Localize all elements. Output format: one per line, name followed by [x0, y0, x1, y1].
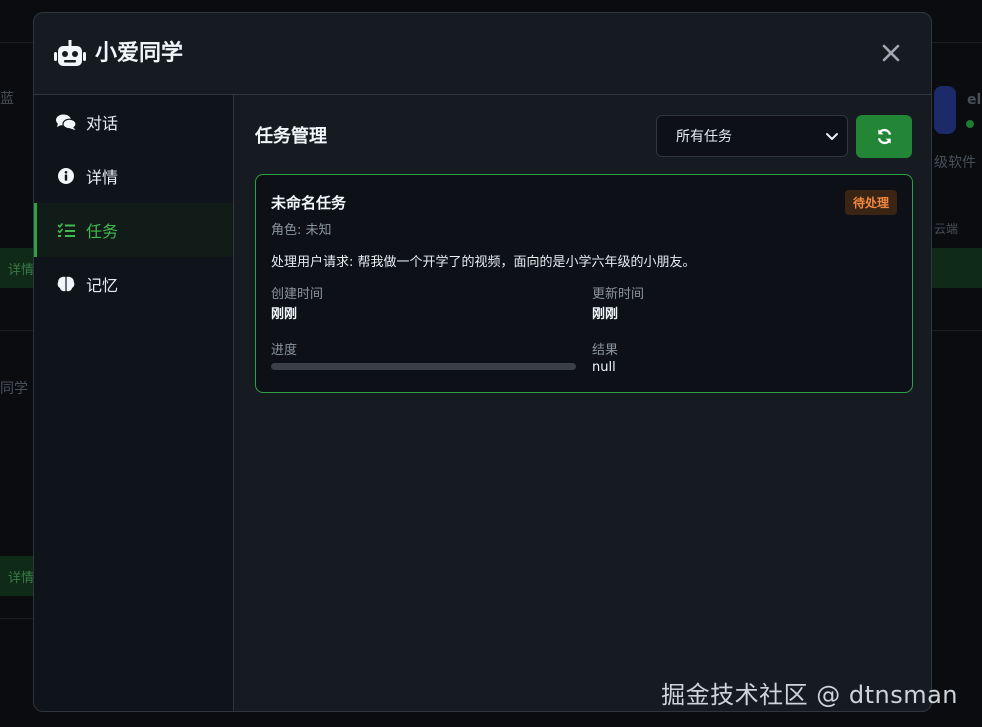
sidebar-item-chat[interactable]: 对话 — [34, 95, 233, 149]
refresh-button[interactable] — [856, 115, 912, 158]
watermark: 掘金技术社区 @ dtnsman — [661, 681, 958, 709]
task-filter-select[interactable]: 所有任务 — [656, 115, 848, 157]
task-card[interactable]: 未命名任务 角色: 未知 待处理 处理用户请求: 帮我做一个开学了的视频，面向的… — [255, 174, 913, 393]
bg-divider — [932, 42, 982, 43]
dialog-sidebar: 对话 详情 任务 记忆 — [34, 95, 234, 711]
info-circle-icon — [56, 166, 76, 186]
bg-text: 蓝 — [0, 91, 14, 107]
sidebar-item-memory[interactable]: 记忆 — [34, 257, 233, 311]
bg-avatar — [934, 86, 956, 134]
bg-text: 同学 — [0, 381, 28, 397]
created-time-value: 刚刚 — [271, 307, 298, 322]
status-badge: 待处理 — [844, 190, 897, 215]
bg-details-button: 详情 — [0, 556, 34, 596]
sidebar-item-label: 详情 — [86, 168, 119, 187]
bg-green-bar — [932, 248, 982, 288]
section-title: 任务管理 — [255, 126, 327, 147]
task-filter-value: 所有任务 — [676, 129, 732, 145]
bg-divider — [0, 42, 34, 43]
task-description: 处理用户请求: 帮我做一个开学了的视频，面向的是小学六年级的小朋友。 — [271, 255, 696, 270]
tasks-panel: 任务管理 所有任务 未命名任务 角色: 未知 待处理 处理用户请求: 帮我做一个… — [234, 95, 931, 711]
bg-details-button: 详情 — [0, 248, 34, 288]
task-name: 未命名任务 — [271, 194, 347, 212]
result-label: 结果 — [592, 343, 619, 358]
result-value: null — [592, 360, 616, 375]
sidebar-item-tasks[interactable]: 任务 — [34, 203, 233, 257]
bg-divider — [0, 618, 34, 619]
chevron-down-icon — [826, 133, 838, 140]
close-button[interactable] — [877, 39, 905, 67]
bg-text: 级软件 — [934, 155, 976, 171]
robot-icon — [54, 40, 86, 68]
task-role: 角色: 未知 — [271, 223, 332, 238]
bg-status-dot — [966, 120, 974, 128]
sidebar-item-label: 任务 — [86, 222, 119, 241]
progress-bar — [271, 363, 576, 370]
created-time-label: 创建时间 — [271, 287, 324, 302]
sidebar-item-details[interactable]: 详情 — [34, 149, 233, 203]
agent-dialog: 小爱同学 对话 详情 任务 记忆 任务管理 所有任务 未命名任务 角色: 未知 … — [33, 12, 932, 712]
comments-icon — [56, 112, 76, 132]
close-icon — [882, 44, 900, 62]
dialog-header: 小爱同学 — [34, 13, 931, 95]
updated-time-label: 更新时间 — [592, 287, 645, 302]
bg-text: el — [967, 92, 982, 108]
updated-time-value: 刚刚 — [592, 307, 619, 322]
sidebar-item-label: 对话 — [86, 114, 119, 133]
task-list-icon — [56, 220, 76, 240]
bg-divider — [0, 330, 34, 331]
refresh-icon — [877, 128, 891, 145]
bg-divider — [932, 330, 982, 331]
bg-text: 云端 — [934, 222, 959, 236]
dialog-title: 小爱同学 — [95, 41, 184, 66]
sidebar-item-label: 记忆 — [86, 276, 119, 295]
brain-icon — [56, 274, 76, 294]
progress-label: 进度 — [271, 343, 298, 358]
